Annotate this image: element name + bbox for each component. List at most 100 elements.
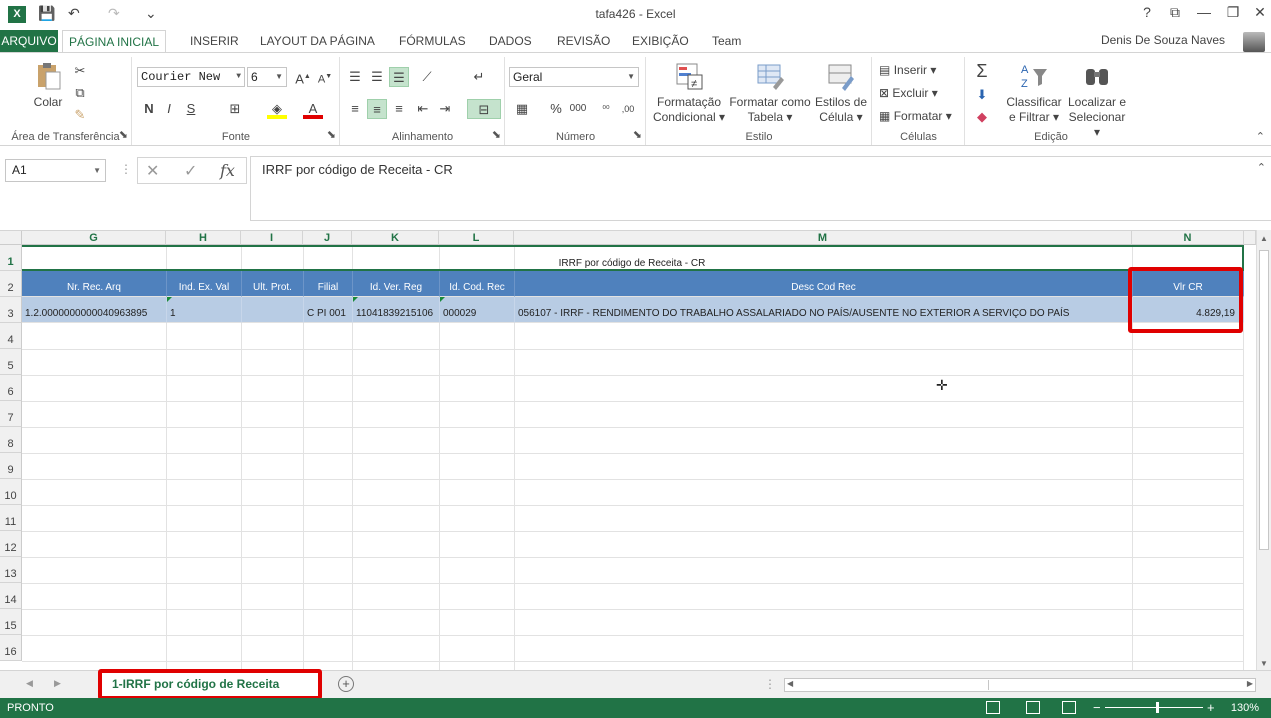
fill-color-icon[interactable]: ◈	[267, 99, 287, 119]
number-launcher-icon[interactable]: ⬊	[633, 128, 642, 141]
align-top-icon[interactable]: ☰	[345, 67, 365, 87]
row-header-5[interactable]: 5	[0, 349, 22, 375]
horizontal-scroll-thumb[interactable]	[799, 680, 989, 690]
row-header-16[interactable]: 16	[0, 635, 22, 661]
fill-icon[interactable]: ⬇	[972, 85, 992, 105]
font-color-icon[interactable]: A	[303, 99, 323, 119]
row-header-1[interactable]: 1	[0, 245, 22, 271]
column-header-i[interactable]: I	[241, 231, 303, 245]
header-cell-ult-prot[interactable]: Ult. Prot.	[242, 271, 304, 297]
data-cell-ult-prot[interactable]	[242, 297, 304, 323]
row-header-6[interactable]: 6	[0, 375, 22, 401]
align-left-icon[interactable]: ≡	[345, 99, 365, 119]
error-indicator-icon[interactable]	[167, 297, 172, 302]
row-header-2[interactable]: 2	[0, 271, 22, 297]
tab-page-layout[interactable]: LAYOUT DA PÁGINA	[254, 30, 381, 52]
row-header-11[interactable]: 11	[0, 505, 22, 531]
minimize-button[interactable]: —	[1192, 4, 1216, 20]
align-bottom-icon[interactable]: ☰	[389, 67, 409, 87]
bold-button[interactable]: N	[139, 99, 159, 119]
prev-sheet-icon[interactable]: ◀	[26, 678, 33, 689]
header-cell-filial[interactable]: Filial	[304, 271, 353, 297]
delete-cells-button[interactable]: ⊠ Excluir ▾	[879, 86, 938, 100]
decrease-font-icon[interactable]: A▼	[315, 67, 335, 87]
increase-decimal-button[interactable]: ⁰⁰	[596, 99, 616, 119]
cell-styles-button[interactable]: Estilos de Célula ▾	[813, 61, 869, 125]
select-all-button[interactable]	[0, 231, 22, 245]
font-name-select[interactable]: Courier New ▼	[137, 67, 245, 87]
next-sheet-icon[interactable]: ▶	[54, 678, 61, 689]
name-box[interactable]: A1 ▼	[5, 159, 106, 182]
tab-view[interactable]: EXIBIÇÃO	[626, 30, 695, 52]
copy-icon[interactable]: ⧉	[70, 83, 90, 103]
row-header-12[interactable]: 12	[0, 531, 22, 557]
scroll-left-icon[interactable]: ◀	[787, 679, 793, 688]
tab-formulas[interactable]: FÓRMULAS	[393, 30, 472, 52]
tab-data[interactable]: DADOS	[483, 30, 538, 52]
tab-splitter-icon[interactable]: ⋮	[764, 677, 776, 691]
format-painter-icon[interactable]: ✎	[70, 105, 90, 125]
paste-button[interactable]: Colar	[28, 61, 68, 110]
align-right-icon[interactable]: ≡	[389, 99, 409, 119]
zoom-slider-handle[interactable]	[1156, 702, 1159, 713]
error-indicator-icon[interactable]	[353, 297, 358, 302]
row-header-8[interactable]: 8	[0, 427, 22, 453]
row-header-13[interactable]: 13	[0, 557, 22, 583]
column-header-m[interactable]: M	[514, 231, 1132, 245]
insert-function-icon[interactable]: fx	[220, 161, 235, 180]
user-name[interactable]: Denis De Souza Naves	[1101, 33, 1225, 47]
increase-indent-icon[interactable]: ⇥	[435, 99, 455, 119]
collapse-ribbon-icon[interactable]: ⌃	[1256, 130, 1265, 143]
header-cell-desc-cod-rec[interactable]: Desc Cod Rec	[515, 271, 1133, 297]
horizontal-scrollbar[interactable]: ◀ ▶	[784, 678, 1256, 692]
clipboard-launcher-icon[interactable]: ⬊	[119, 128, 128, 141]
wrap-text-icon[interactable]: ↵	[469, 67, 489, 87]
collapse-formula-bar-icon[interactable]: ⌃	[1257, 161, 1266, 174]
insert-cells-button[interactable]: ▤ Inserir ▾	[879, 63, 936, 77]
merge-center-icon[interactable]: ⊟	[467, 99, 501, 119]
vertical-scroll-thumb[interactable]	[1259, 250, 1269, 550]
zoom-out-icon[interactable]: −	[1093, 700, 1101, 715]
row-header-9[interactable]: 9	[0, 453, 22, 479]
data-cell-ind-ex-val[interactable]: 1	[167, 297, 242, 323]
column-header-o[interactable]	[1244, 231, 1256, 245]
tab-file[interactable]: ARQUIVO	[0, 30, 58, 52]
vertical-scrollbar[interactable]: ▲ ▼	[1256, 230, 1271, 670]
column-header-g[interactable]: G	[22, 231, 166, 245]
column-header-n[interactable]: N	[1132, 231, 1244, 245]
zoom-in-icon[interactable]: +	[1207, 700, 1215, 715]
close-button[interactable]: ✕	[1248, 4, 1271, 21]
conditional-formatting-button[interactable]: ≠ Formatação Condicional ▾	[651, 61, 727, 125]
zoom-level[interactable]: 130%	[1231, 702, 1259, 714]
column-header-k[interactable]: K	[352, 231, 439, 245]
data-cell-id-ver-reg[interactable]: 11041839215106	[353, 297, 440, 323]
borders-icon[interactable]: ⊞	[225, 99, 245, 119]
decrease-indent-icon[interactable]: ⇤	[413, 99, 433, 119]
cut-icon[interactable]: ✂	[70, 61, 90, 81]
font-launcher-icon[interactable]: ⬊	[327, 128, 336, 141]
align-center-icon[interactable]: ≡	[367, 99, 387, 119]
enter-icon[interactable]: ✓	[184, 161, 197, 181]
align-middle-icon[interactable]: ☰	[367, 67, 387, 87]
normal-view-icon[interactable]	[986, 701, 1000, 714]
row-header-10[interactable]: 10	[0, 479, 22, 505]
row-header-14[interactable]: 14	[0, 583, 22, 609]
row-header-4[interactable]: 4	[0, 323, 22, 349]
clear-icon[interactable]: ◆	[972, 107, 992, 127]
italic-button[interactable]: I	[159, 99, 179, 119]
ribbon-display-options-icon[interactable]: ⧉	[1163, 4, 1187, 21]
row-header-15[interactable]: 15	[0, 609, 22, 635]
page-layout-view-icon[interactable]	[1026, 701, 1040, 714]
header-cell-id-cod-rec[interactable]: Id. Cod. Rec	[440, 271, 515, 297]
row-header-7[interactable]: 7	[0, 401, 22, 427]
tab-insert[interactable]: INSERIR	[184, 30, 245, 52]
column-header-l[interactable]: L	[439, 231, 514, 245]
scroll-right-icon[interactable]: ▶	[1247, 679, 1253, 688]
decrease-decimal-button[interactable]: ,00	[618, 99, 638, 119]
percent-button[interactable]: %	[546, 99, 566, 119]
alignment-launcher-icon[interactable]: ⬊	[492, 128, 501, 141]
find-select-button[interactable]: Localizar e Selecionar ▾	[1064, 61, 1130, 140]
data-cell-filial[interactable]: C PI 001	[304, 297, 353, 323]
row-header-3[interactable]: 3	[0, 297, 22, 323]
header-cell-ind-ex-val[interactable]: Ind. Ex. Val	[167, 271, 242, 297]
